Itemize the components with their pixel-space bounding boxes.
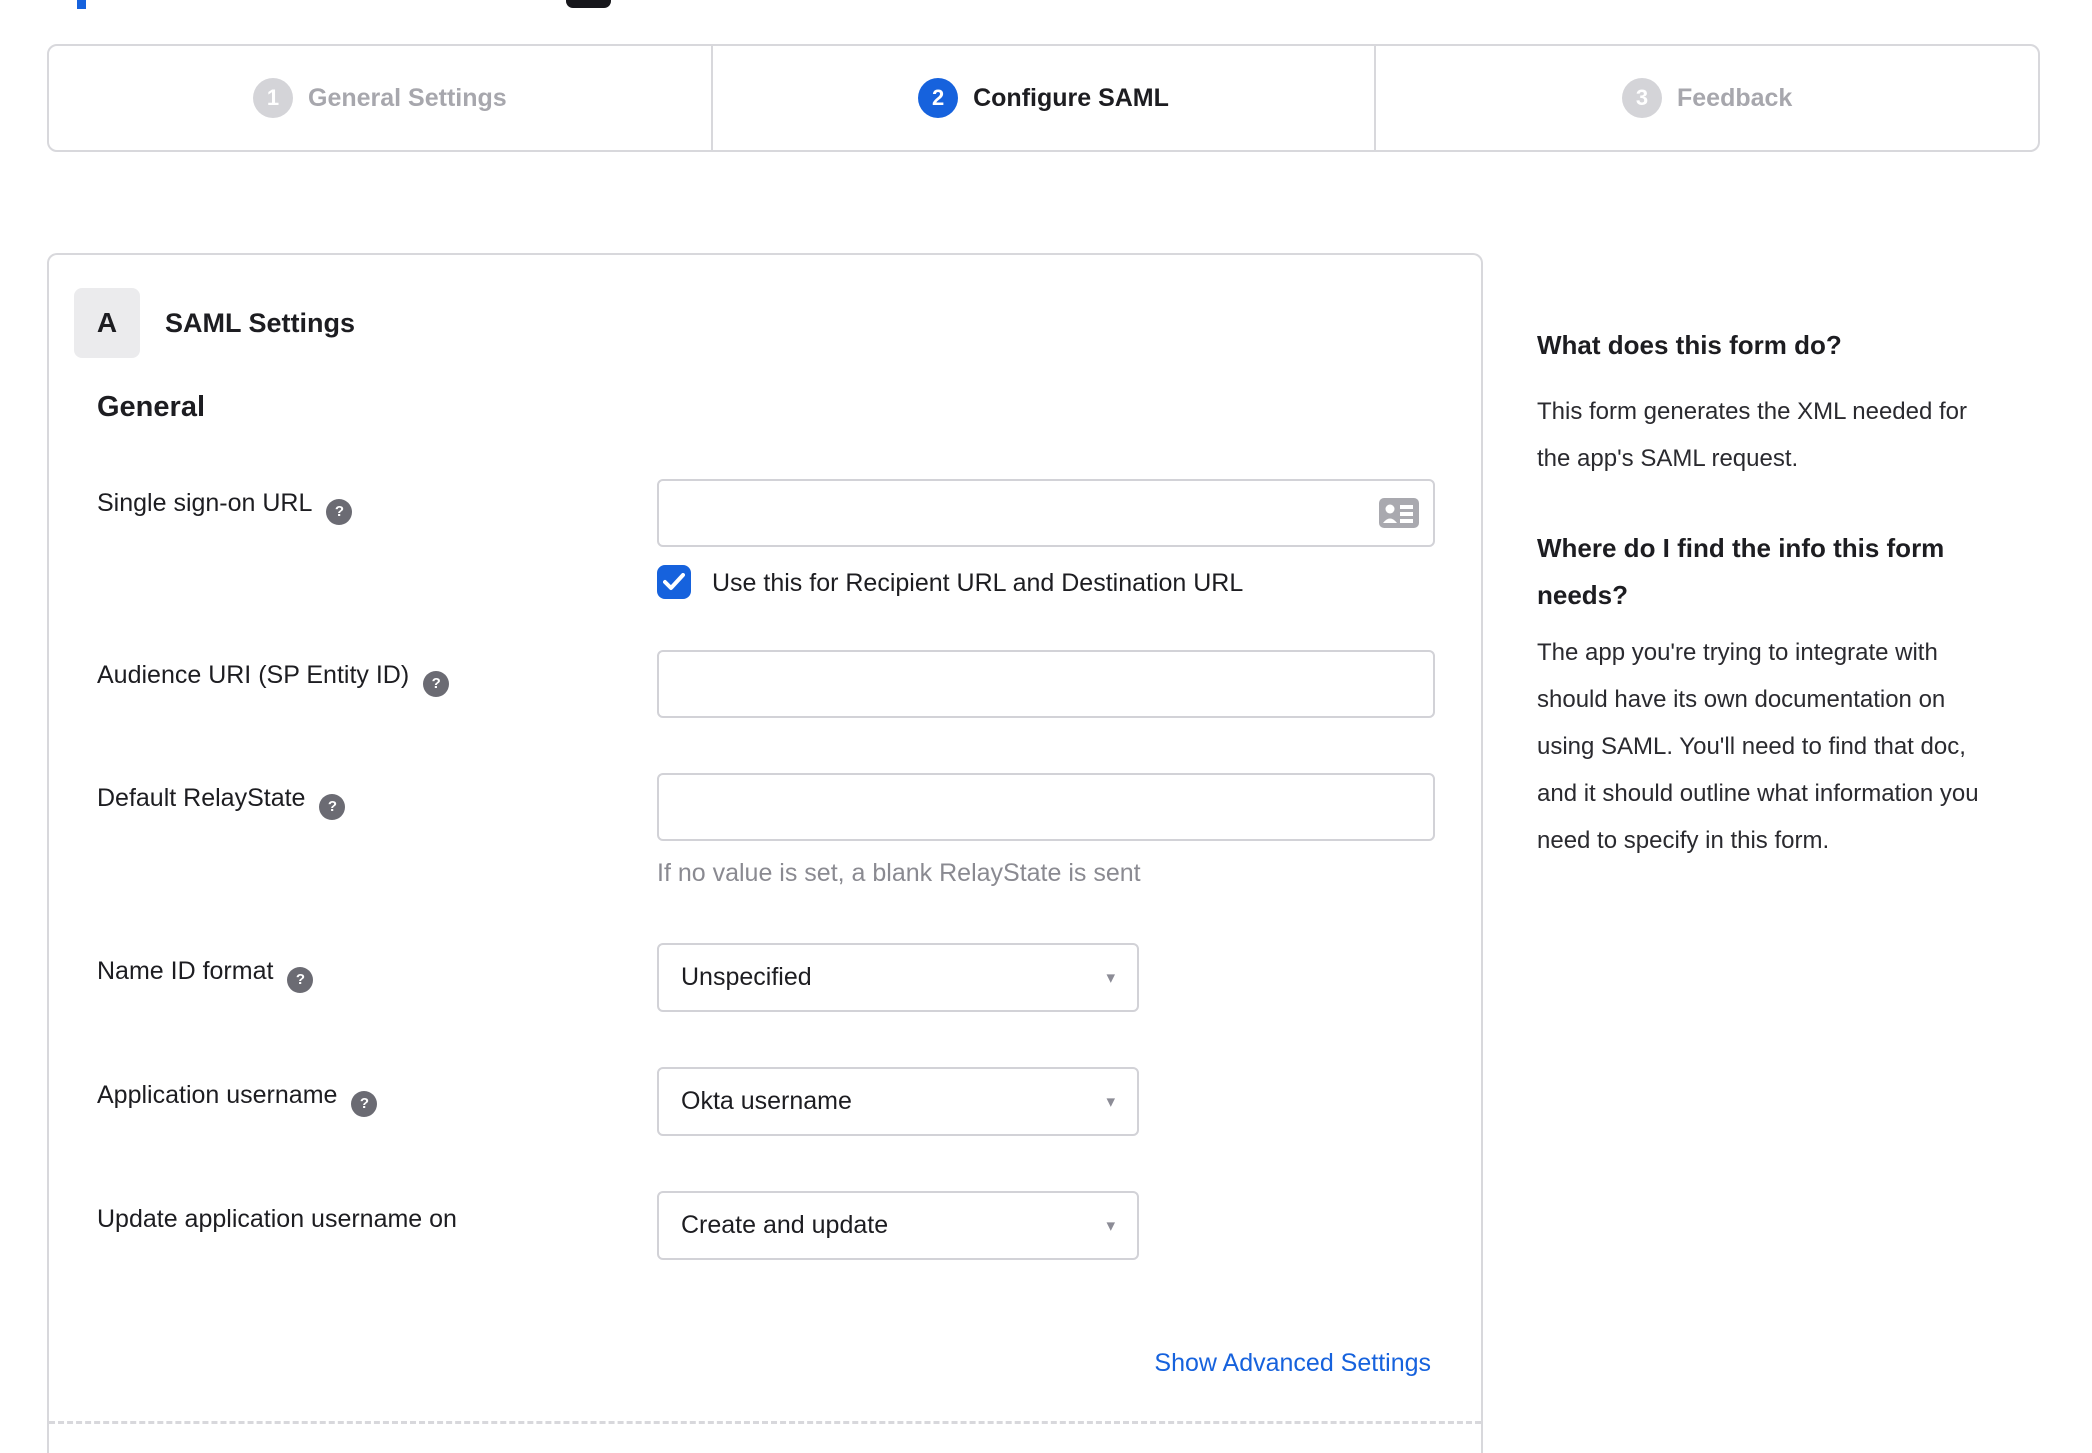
recipient-url-checkbox[interactable]: [657, 565, 691, 599]
audience-uri-input[interactable]: [657, 650, 1435, 718]
wizard-stepper: 1 General Settings 2 Configure SAML 3 Fe…: [47, 44, 2040, 152]
cropped-header-artifact-blue: [77, 0, 86, 9]
select-value: Create and update: [681, 1211, 889, 1239]
help-icon[interactable]: ?: [326, 498, 353, 525]
cropped-header-artifact-logo: [566, 0, 611, 8]
section-dashed-divider: [49, 1421, 1481, 1424]
help-icon[interactable]: ?: [423, 670, 450, 697]
audience-uri-label: Audience URI (SP Entity ID)?: [97, 661, 450, 697]
step-label: Configure SAML: [973, 83, 1169, 112]
sidebar-paragraph-where: The app you're trying to integrate with …: [1537, 639, 1979, 854]
step-number-badge: 3: [1622, 78, 1662, 118]
name-id-format-select[interactable]: Unspecified ▾: [657, 943, 1139, 1012]
sidebar-heading-what: What does this form do?: [1537, 330, 1842, 360]
step-number-badge: 2: [918, 78, 959, 118]
contact-card-icon[interactable]: [1379, 498, 1419, 528]
chevron-down-icon: ▾: [1106, 1215, 1115, 1235]
sidebar-heading-where: Where do I find the info this form needs…: [1537, 533, 1945, 610]
sso-url-label: Single sign-on URL?: [97, 489, 353, 525]
section-a-badge: A: [74, 288, 140, 358]
name-id-format-label: Name ID format?: [97, 957, 314, 993]
recipient-url-checkbox-label[interactable]: Use this for Recipient URL and Destinati…: [712, 569, 1243, 598]
help-icon[interactable]: ?: [351, 1090, 378, 1117]
sso-url-input[interactable]: [657, 479, 1435, 547]
update-username-label: Update application username on: [97, 1205, 457, 1233]
update-username-select[interactable]: Create and update ▾: [657, 1191, 1139, 1260]
application-username-select[interactable]: Okta username ▾: [657, 1067, 1139, 1136]
checkmark-icon: [663, 573, 685, 590]
step-configure-saml[interactable]: 2 Configure SAML: [710, 46, 1375, 150]
sso-url-input-wrap: [657, 479, 1435, 547]
help-icon[interactable]: ?: [287, 966, 314, 993]
help-icon[interactable]: ?: [319, 793, 346, 820]
chevron-down-icon: ▾: [1106, 1091, 1115, 1111]
relaystate-input[interactable]: [657, 773, 1435, 841]
chevron-down-icon: ▾: [1106, 967, 1115, 987]
saml-settings-panel: A SAML Settings General Single sign-on U…: [47, 253, 1483, 1453]
step-label: Feedback: [1677, 83, 1793, 112]
step-label: General Settings: [308, 83, 507, 112]
show-advanced-settings-link[interactable]: Show Advanced Settings: [1154, 1349, 1431, 1378]
step-feedback[interactable]: 3 Feedback: [1374, 46, 2038, 150]
step-general-settings[interactable]: 1 General Settings: [49, 46, 711, 150]
step-number-badge: 1: [253, 78, 293, 118]
general-section-heading: General: [97, 391, 205, 423]
relaystate-helper-text: If no value is set, a blank RelayState i…: [657, 859, 1141, 887]
panel-title: SAML Settings: [165, 308, 356, 338]
sidebar-paragraph-what: This form generates the XML needed for t…: [1537, 398, 1968, 472]
application-username-label: Application username?: [97, 1081, 378, 1117]
select-value: Unspecified: [681, 963, 812, 991]
relaystate-label: Default RelayState?: [97, 784, 346, 820]
select-value: Okta username: [681, 1087, 852, 1115]
